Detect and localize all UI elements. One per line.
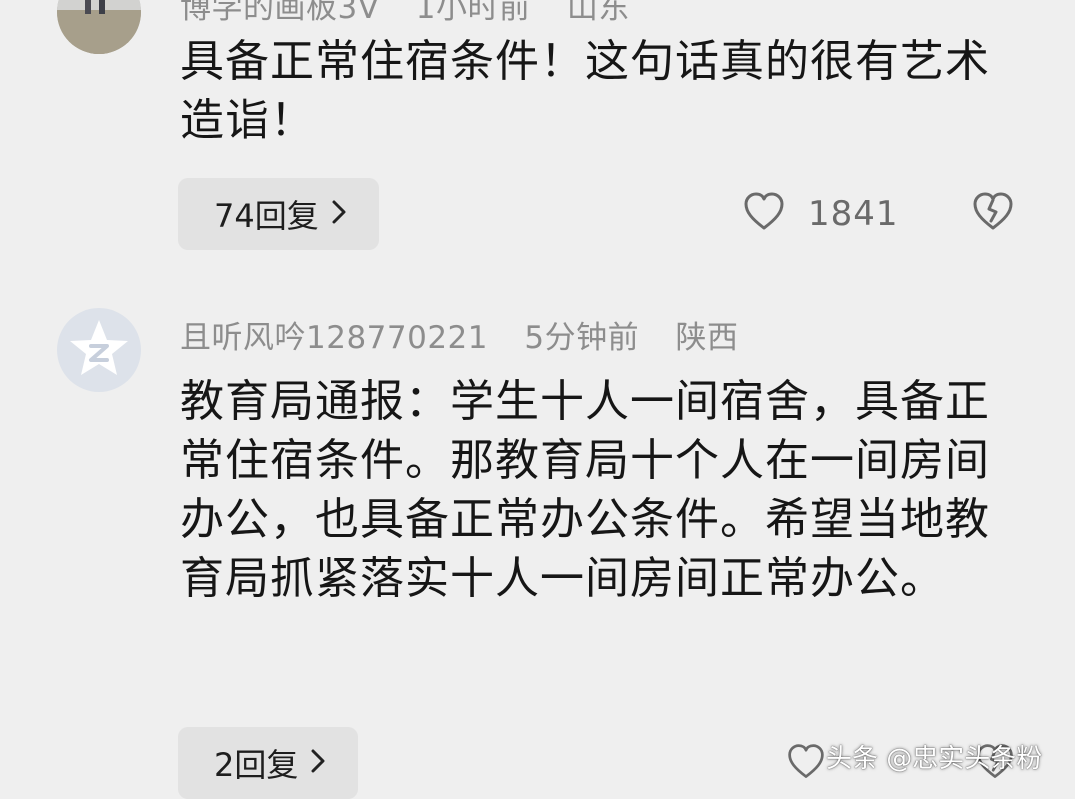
replies-button[interactable]: 2回复 [178, 727, 359, 799]
avatar[interactable] [57, 308, 141, 392]
broken-heart-icon [970, 190, 1016, 238]
replies-button[interactable]: 74回复 [178, 178, 379, 250]
dislike-button[interactable] [970, 190, 1016, 238]
like-button[interactable] [786, 742, 826, 786]
username[interactable]: 博学的画板3V [180, 0, 379, 26]
like-count: 1841 [808, 194, 899, 234]
comment-meta: 博学的画板3V 1小时前 山东 [180, 0, 656, 27]
replies-label: 74回复 [214, 197, 319, 235]
location: 山东 [566, 0, 630, 26]
heart-outline-icon [786, 742, 826, 786]
like-button[interactable]: 1841 [742, 190, 899, 238]
avatar-photo-image [57, 0, 141, 54]
timestamp: 1小时前 [415, 0, 531, 26]
default-avatar-icon [70, 320, 128, 375]
chevron-right-icon [310, 744, 326, 782]
heart-outline-icon [742, 190, 786, 238]
comment-text: 具备正常住宿条件！这句话真的很有艺术造诣！ [180, 36, 990, 146]
comment-item: 且听风吟128770221 5分钟前 陕西 教育局通报：学生十人一间宿舍，具备正… [0, 290, 1075, 799]
avatar[interactable] [57, 0, 141, 54]
watermark: 头条 @忠实头条粉 [826, 744, 1043, 774]
username[interactable]: 且听风吟128770221 [180, 320, 488, 356]
timestamp: 5分钟前 [524, 320, 640, 356]
comment-item: 博学的画板3V 1小时前 山东 具备正常住宿条件！这句话真的很有艺术造诣！ 74… [0, 0, 1075, 260]
replies-label: 2回复 [214, 746, 299, 784]
chevron-right-icon [331, 195, 347, 233]
comment-text: 教育局通报：学生十人一间宿舍，具备正常住宿条件。那教育局十个人在一间房间办公，也… [180, 376, 990, 604]
comment-meta: 且听风吟128770221 5分钟前 陕西 [180, 312, 764, 357]
location: 陕西 [675, 320, 739, 356]
